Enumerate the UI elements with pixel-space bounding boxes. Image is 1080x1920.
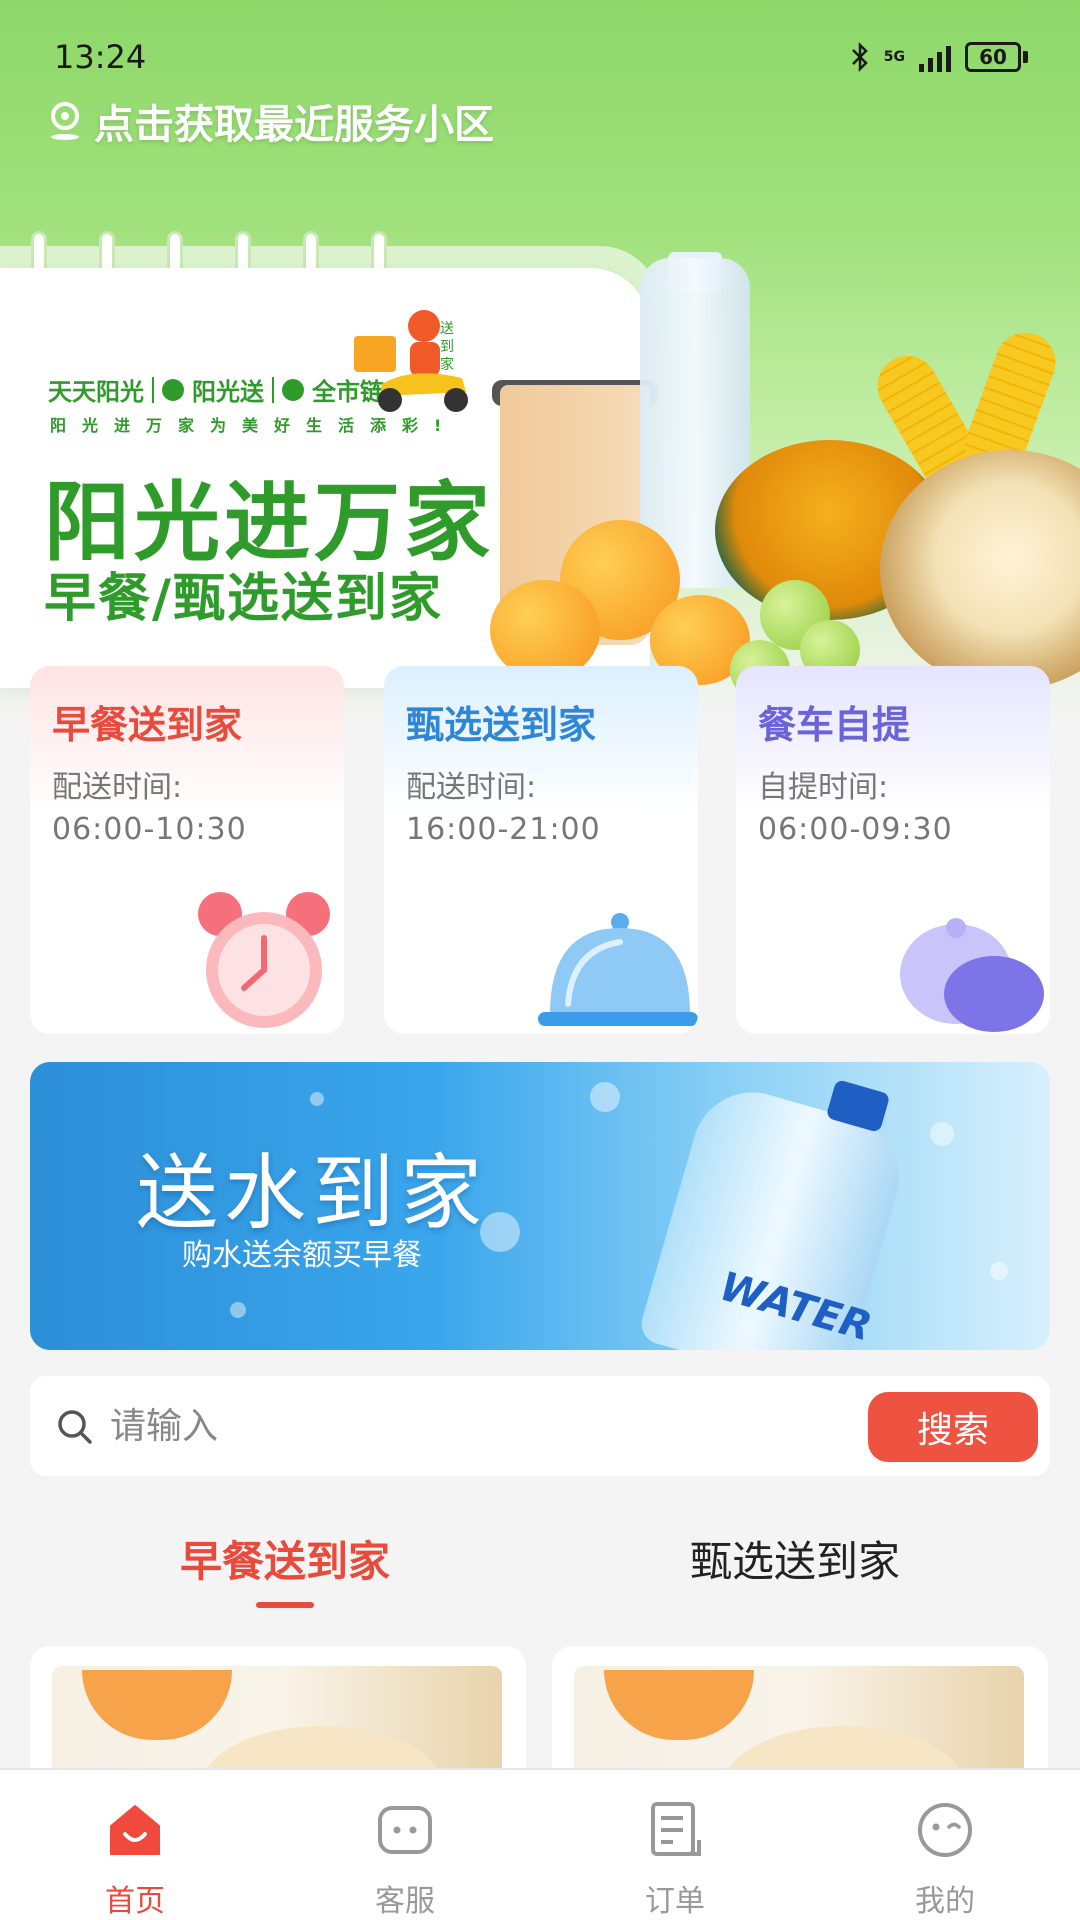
bluetooth-icon xyxy=(851,42,868,72)
banner-subtitle: 早餐/甄选送到家 xyxy=(44,569,443,629)
location-pin-icon xyxy=(51,102,79,140)
signal-icon xyxy=(919,42,951,72)
orange-image xyxy=(490,580,600,680)
order-icon xyxy=(651,1802,701,1856)
nav-label: 我的 xyxy=(915,1884,975,1919)
battery-icon: 60 xyxy=(965,42,1028,72)
search-button[interactable]: 搜索 xyxy=(868,1392,1038,1462)
service-title: 早餐送到家 xyxy=(52,703,243,747)
search-icon xyxy=(58,1410,92,1444)
home-icon xyxy=(110,1805,160,1855)
steamed-bun-icon xyxy=(900,918,1044,1032)
water-delivery-banner[interactable]: 送水到家 购水送余额买早餐 WATER xyxy=(30,1062,1050,1350)
tab-breakfast[interactable]: 早餐送到家 xyxy=(180,1528,390,1589)
brand-name-2: 阳光送 xyxy=(192,378,264,406)
nav-label: 订单 xyxy=(645,1884,705,1919)
rider-tag: 送到家 xyxy=(440,321,454,373)
service-time-value: 16:00-21:00 xyxy=(406,812,601,847)
nav-label: 客服 xyxy=(375,1884,435,1919)
product-card[interactable] xyxy=(552,1646,1048,1786)
product-card[interactable] xyxy=(30,1646,526,1786)
water-banner-title: 送水到家 xyxy=(136,1146,489,1241)
status-time: 13:24 xyxy=(54,38,147,76)
food-cloche-icon xyxy=(538,913,698,1026)
service-card-breakfast[interactable]: 早餐送到家 配送时间: 06:00-10:30 xyxy=(30,666,344,1034)
search-input[interactable] xyxy=(110,1396,870,1456)
alarm-clock-icon xyxy=(198,892,330,1028)
nav-item-service[interactable]: 客服 xyxy=(270,1770,540,1920)
profile-icon xyxy=(918,1803,972,1857)
nav-item-profile[interactable]: 我的 xyxy=(810,1770,1080,1920)
delivery-rider-icon xyxy=(354,310,468,412)
service-title: 餐车自提 xyxy=(758,703,911,747)
nav-label: 首页 xyxy=(105,1884,165,1919)
hero-section: 13:24 5G 60 点击获取最近服务小区 天天阳光 阳光送 全市链 阳光进万… xyxy=(0,0,1080,720)
network-type: 5G xyxy=(883,49,905,65)
tab-selection[interactable]: 甄选送到家 xyxy=(690,1528,900,1589)
bottom-nav: 首页 客服 订单 我的 xyxy=(0,1768,1080,1920)
service-time-label: 自提时间: xyxy=(758,770,889,805)
brand-row: 天天阳光 阳光送 全市链 xyxy=(48,372,384,407)
location-selector[interactable]: 点击获取最近服务小区 xyxy=(48,92,494,150)
brand-logo-icon xyxy=(162,378,184,401)
nav-item-orders[interactable]: 订单 xyxy=(540,1770,810,1920)
status-icons: 5G 60 xyxy=(850,42,1028,72)
battery-level: 60 xyxy=(965,42,1021,72)
chat-icon xyxy=(378,1806,432,1854)
water-banner-subtitle: 购水送余额买早餐 xyxy=(182,1238,422,1273)
service-title: 甄选送到家 xyxy=(406,703,597,747)
location-label: 点击获取最近服务小区 xyxy=(94,102,494,148)
search-bar: 搜索 xyxy=(30,1376,1050,1476)
service-time-label: 配送时间: xyxy=(52,770,183,805)
nav-item-home[interactable]: 首页 xyxy=(0,1770,270,1920)
active-tab-indicator xyxy=(256,1602,314,1608)
brand-name-1: 天天阳光 xyxy=(48,378,144,406)
service-time-label: 配送时间: xyxy=(406,770,537,805)
service-card-pickup[interactable]: 餐车自提 自提时间: 06:00-09:30 xyxy=(736,666,1050,1034)
service-time-value: 06:00-09:30 xyxy=(758,812,953,847)
brand-logo-icon xyxy=(282,378,304,401)
service-card-selection[interactable]: 甄选送到家 配送时间: 16:00-21:00 xyxy=(384,666,698,1034)
service-time-value: 06:00-10:30 xyxy=(52,812,247,847)
